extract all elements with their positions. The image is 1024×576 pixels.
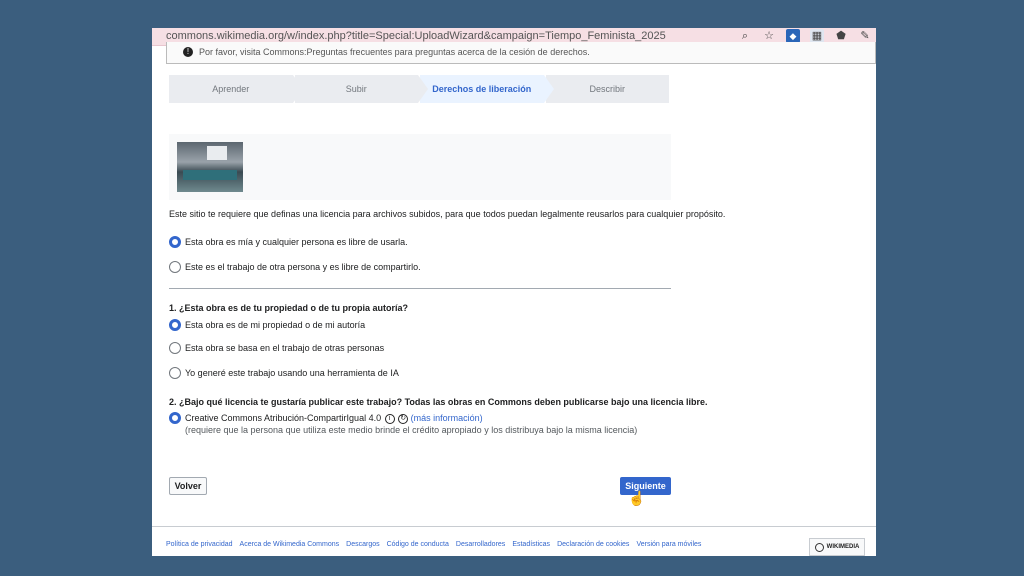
shield-icon[interactable]: ⬟ xyxy=(834,29,848,43)
radio-q1-derived[interactable] xyxy=(169,342,181,354)
divider xyxy=(169,288,671,289)
footer-link-disclaimers[interactable]: Descargos xyxy=(346,541,379,548)
wikimedia-badge[interactable]: WIKIMEDIA xyxy=(809,538,865,556)
footer-link-mobile[interactable]: Versión para móviles xyxy=(636,541,701,548)
wikimedia-badge-text: WIKIMEDIA xyxy=(826,544,860,550)
url-text[interactable]: commons.wikimedia.org/w/index.php?title=… xyxy=(166,30,666,42)
search-icon[interactable]: ⌕ xyxy=(738,29,752,43)
step-aprender: Aprender xyxy=(169,75,302,103)
radio-q1-own[interactable] xyxy=(169,319,181,331)
bookmark-star-icon[interactable]: ☆ xyxy=(762,29,776,43)
upload-steps: Aprender Subir Derechos de liberación De… xyxy=(169,75,671,103)
thumbnail-detail xyxy=(183,170,237,180)
thumbnail-detail xyxy=(207,146,227,160)
question1-title: 1. ¿Esta obra es de tu propiedad o de tu… xyxy=(169,303,409,313)
extension-icon[interactable]: ▦ xyxy=(810,29,824,43)
footer-link-privacy[interactable]: Política de privacidad xyxy=(166,541,233,548)
footer-link-about[interactable]: Acerca de Wikimedia Commons xyxy=(240,541,340,548)
radio-q1-ai[interactable] xyxy=(169,367,181,379)
license-intro: Este sitio te requiere que definas una l… xyxy=(169,209,726,219)
q1-option-derived[interactable]: Esta obra se basa en el trabajo de otras… xyxy=(185,343,384,353)
q1-option-own[interactable]: Esta obra es de mi propiedad o de mi aut… xyxy=(185,320,365,330)
footer-link-conduct[interactable]: Código de conducta xyxy=(387,541,449,548)
footer-link-cookies[interactable]: Declaración de cookies xyxy=(557,541,629,548)
cc-sa-icon: ↻ xyxy=(398,413,409,424)
file-preview xyxy=(169,134,671,200)
step-derechos: Derechos de liberación xyxy=(420,75,553,103)
cc-by-icon: i xyxy=(384,413,395,424)
info-icon: ! xyxy=(183,47,193,57)
license-note: (requiere que la persona que utiliza est… xyxy=(185,425,638,435)
own-work-label[interactable]: Esta obra es mía y cualquier persona es … xyxy=(185,237,408,247)
more-info-link[interactable]: (más información) xyxy=(411,413,483,423)
question2-title: 2. ¿Bajo qué licencia te gustaría public… xyxy=(169,397,708,407)
browser-window: commons.wikimedia.org/w/index.php?title=… xyxy=(152,28,876,556)
notice-box: ! Por favor, visita Commons:Preguntas fr… xyxy=(166,42,876,64)
footer-link-developers[interactable]: Desarrolladores xyxy=(456,541,505,548)
radio-own-work[interactable] xyxy=(169,236,181,248)
extension-icon[interactable]: ◆ xyxy=(786,29,800,43)
toolbar-icons: ⌕ ☆ ◆ ▦ ⬟ ✎ xyxy=(738,29,872,43)
notice-text: Por favor, visita Commons:Preguntas frec… xyxy=(199,47,590,57)
step-describir: Describir xyxy=(545,75,669,103)
footer-divider xyxy=(152,526,876,527)
pen-icon[interactable]: ✎ xyxy=(858,29,872,43)
license-row: Creative Commons Atribución-CompartirIgu… xyxy=(185,413,483,424)
wikimedia-logo-icon xyxy=(814,542,824,552)
radio-license-cc-by-sa[interactable] xyxy=(169,412,181,424)
others-work-label[interactable]: Este es el trabajo de otra persona y es … xyxy=(185,262,421,272)
footer-links: Política de privacidad Acerca de Wikimed… xyxy=(166,541,701,548)
thumbnail-image xyxy=(177,142,243,192)
license-name[interactable]: Creative Commons Atribución-CompartirIgu… xyxy=(185,413,381,423)
back-button[interactable]: Volver xyxy=(169,477,207,495)
footer-link-stats[interactable]: Estadísticas xyxy=(512,541,550,548)
radio-others-work[interactable] xyxy=(169,261,181,273)
hand-cursor-icon: ☝ xyxy=(628,490,646,506)
step-subir: Subir xyxy=(294,75,428,103)
q1-option-ai[interactable]: Yo generé este trabajo usando una herram… xyxy=(185,368,399,378)
